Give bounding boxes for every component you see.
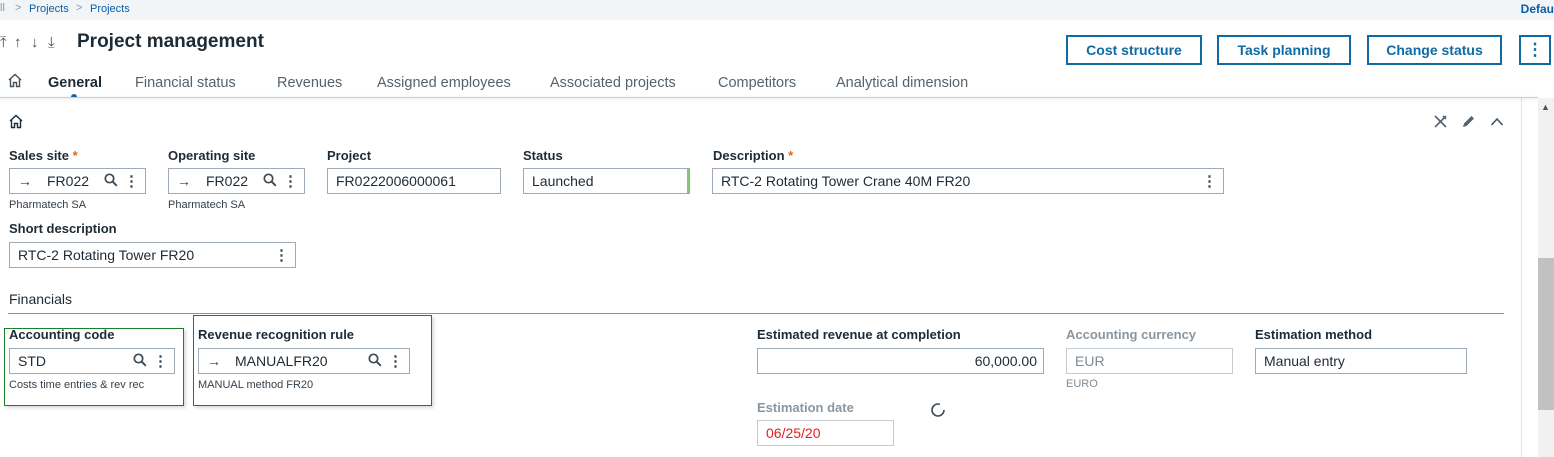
revenue-rule-description: MANUAL method FR20 (198, 379, 314, 391)
more-actions-button[interactable]: ⋮ (1519, 35, 1551, 65)
operating-site-description: Pharmatech SA (168, 199, 246, 211)
arrow-right-icon[interactable]: → (169, 173, 199, 189)
estimated-revenue-value: 60,000.00 (974, 353, 1037, 369)
search-icon[interactable] (368, 352, 382, 370)
scrollbar-thumb[interactable] (1538, 258, 1554, 410)
chevron-right-icon: > (15, 2, 22, 14)
short-description-label: Short description (9, 221, 117, 236)
previous-record-icon[interactable]: ↑ (14, 34, 22, 51)
estimation-method-field[interactable]: Manual entry (1255, 348, 1467, 374)
revenue-rule-field[interactable]: → MANUALFR20 ⋮ (198, 348, 410, 374)
sales-site-label: Sales site * (9, 148, 78, 163)
first-record-icon[interactable]: ⤒ (0, 34, 7, 51)
default-folder-link[interactable]: Defau (1521, 2, 1554, 16)
chevron-up-icon[interactable] (1490, 115, 1504, 133)
change-status-button[interactable]: Change status (1367, 35, 1502, 65)
description-label: Description * (713, 148, 794, 163)
cost-structure-button[interactable]: Cost structure (1066, 35, 1202, 65)
estimation-date-value: 06/25/20 (766, 425, 821, 441)
status-value: Launched (532, 173, 594, 189)
estimated-revenue-field[interactable]: 60,000.00 (757, 348, 1044, 374)
home-icon[interactable] (8, 73, 22, 93)
tab-financial-status[interactable]: Financial status (135, 75, 236, 91)
financials-section-title: Financials (9, 291, 73, 307)
tab-general[interactable]: General (48, 75, 102, 91)
accounting-code-description: Costs time entries & rev rec (9, 379, 145, 391)
operating-site-value: FR022 (206, 173, 249, 189)
sales-site-value: FR022 (47, 173, 90, 189)
project-value: FR0222006000061 (336, 173, 456, 189)
estimation-date-label: Estimation date (757, 400, 854, 415)
description-field[interactable]: RTC-2 Rotating Tower Crane 40M FR20 ⋮ (712, 168, 1224, 194)
more-options-icon[interactable]: ⋮ (153, 354, 168, 369)
revenue-rule-label: Revenue recognition rule (198, 327, 355, 342)
accounting-currency-field: EUR (1066, 348, 1233, 374)
accounting-code-label: Accounting code (9, 327, 115, 342)
tab-competitors[interactable]: Competitors (718, 75, 796, 91)
more-options-icon[interactable]: ⋮ (1202, 174, 1217, 189)
estimation-method-value: Manual entry (1264, 353, 1345, 369)
more-options-icon[interactable]: ⋮ (274, 248, 289, 263)
status-label: Status (523, 148, 563, 163)
breadcrumb-item-projects-current[interactable]: Projects (90, 3, 130, 15)
last-record-icon[interactable]: ⤓ (48, 34, 55, 51)
estimation-date-field[interactable]: 06/25/20 (757, 420, 894, 446)
page-title: Project management (77, 31, 264, 52)
more-options-icon[interactable]: ⋮ (283, 174, 298, 189)
tab-analytical-dimension[interactable]: Analytical dimension (836, 75, 968, 91)
arrow-right-icon[interactable]: → (10, 173, 40, 189)
search-icon[interactable] (104, 172, 118, 190)
breadcrumb (0, 0, 1554, 20)
sales-site-description: Pharmatech SA (9, 199, 87, 211)
tab-associated-projects[interactable]: Associated projects (550, 75, 676, 91)
short-description-value: RTC-2 Rotating Tower FR20 (18, 247, 195, 263)
task-planning-button[interactable]: Task planning (1217, 35, 1351, 65)
scroll-up-icon[interactable]: ▲ (1541, 102, 1550, 112)
tab-revenues[interactable]: Revenues (277, 75, 342, 91)
breadcrumb-separator: ll (0, 2, 5, 14)
estimated-revenue-label: Estimated revenue at completion (757, 327, 961, 342)
accounting-currency-value: EUR (1075, 353, 1105, 369)
estimation-method-label: Estimation method (1255, 327, 1373, 342)
more-options-icon[interactable]: ⋮ (124, 174, 139, 189)
project-label: Project (327, 148, 372, 163)
home-icon (9, 114, 23, 134)
section-divider (8, 313, 1504, 314)
chevron-right-icon: > (76, 2, 83, 14)
search-icon[interactable] (133, 352, 147, 370)
accounting-code-value: STD (18, 353, 46, 369)
arrow-right-icon[interactable]: → (199, 353, 229, 369)
more-options-icon[interactable]: ⋮ (388, 354, 403, 369)
operating-site-field[interactable]: → FR022 ⋮ (168, 168, 305, 194)
accounting-currency-label: Accounting currency (1066, 327, 1197, 342)
revenue-rule-value: MANUALFR20 (235, 353, 328, 369)
description-value: RTC-2 Rotating Tower Crane 40M FR20 (721, 173, 971, 189)
tab-assigned-employees[interactable]: Assigned employees (377, 75, 511, 91)
breadcrumb-item-projects[interactable]: Projects (29, 3, 69, 15)
operating-site-label: Operating site (168, 148, 256, 163)
accounting-currency-description: EURO (1066, 378, 1098, 390)
accounting-code-field[interactable]: STD ⋮ (9, 348, 175, 374)
tools-icon[interactable] (1433, 114, 1448, 134)
search-icon[interactable] (263, 172, 277, 190)
edit-pencil-icon[interactable] (1461, 114, 1476, 134)
project-field[interactable]: FR0222006000061 (327, 168, 501, 194)
status-field: Launched (523, 168, 690, 194)
next-record-icon[interactable]: ↓ (31, 34, 39, 51)
header-divider (0, 97, 1538, 98)
sales-site-field[interactable]: → FR022 ⋮ (9, 168, 146, 194)
short-description-field[interactable]: RTC-2 Rotating Tower FR20 ⋮ (9, 242, 296, 268)
loading-spinner-icon (930, 402, 946, 423)
